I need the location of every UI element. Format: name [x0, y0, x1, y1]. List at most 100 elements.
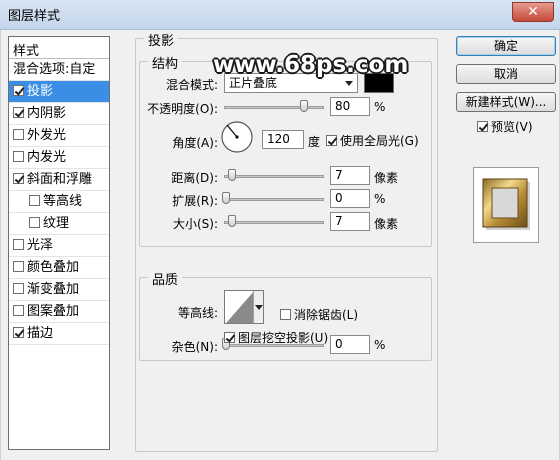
style-item-checkbox[interactable]: [13, 85, 24, 96]
distance-slider-track[interactable]: [224, 175, 324, 178]
size-slider-thumb[interactable]: [228, 215, 236, 227]
distance-input[interactable]: 7: [330, 166, 370, 185]
style-item[interactable]: 纹理: [9, 213, 109, 235]
preview-checkbox[interactable]: 预览(V): [477, 118, 533, 135]
style-item-checkbox[interactable]: [13, 283, 24, 294]
antialias-label: 消除锯齿(L): [294, 308, 359, 322]
drop-shadow-group: 投影 结构 混合模式: 正片叠底 不透明度(O): 80 % 角度(A): 12…: [135, 30, 438, 452]
style-item-label: 投影: [27, 84, 54, 99]
cancel-button[interactable]: 取消: [456, 64, 556, 84]
gold-frame-preview-icon: [482, 178, 530, 230]
angle-unit: 度: [308, 135, 321, 149]
spread-slider-track[interactable]: [224, 198, 324, 201]
style-item[interactable]: 描边: [9, 323, 109, 345]
ok-button[interactable]: 确定: [456, 36, 556, 56]
knockout-label: 图层挖空投影(U): [238, 331, 329, 345]
style-item-checkbox[interactable]: [13, 173, 24, 184]
styles-panel: 样式 混合选项:自定投影内阴影外发光内发光斜面和浮雕等高线纹理光泽颜色叠加渐变叠…: [8, 36, 110, 450]
contour-dropdown[interactable]: [253, 291, 263, 323]
style-item-label: 外发光: [27, 128, 67, 143]
new-style-button[interactable]: 新建样式(W)...: [456, 92, 556, 112]
noise-label: 杂色(N):: [171, 340, 218, 354]
size-label: 大小(S):: [172, 217, 218, 231]
style-item-label: 图案叠加: [27, 304, 80, 319]
chevron-down-icon: [345, 81, 353, 86]
style-item-checkbox[interactable]: [29, 217, 40, 228]
angle-input[interactable]: 120: [262, 130, 304, 149]
style-item-label: 内阴影: [27, 106, 67, 121]
global-light-checkbox[interactable]: 使用全局光(G): [326, 132, 419, 149]
style-item-checkbox[interactable]: [13, 107, 24, 118]
angle-dial[interactable]: [220, 120, 254, 154]
style-item-checkbox[interactable]: [13, 261, 24, 272]
style-item-label: 内发光: [27, 150, 67, 165]
knockout-checkbox[interactable]: 图层挖空投影(U): [224, 329, 328, 346]
spread-unit: %: [374, 192, 386, 206]
style-item-checkbox[interactable]: [13, 327, 24, 338]
style-item-label: 纹理: [43, 216, 70, 231]
style-item[interactable]: 内发光: [9, 147, 109, 169]
spread-input[interactable]: 0: [330, 189, 370, 208]
quality-title: 品质: [148, 269, 183, 288]
style-item[interactable]: 内阴影: [9, 103, 109, 125]
watermark: www.68ps.com: [213, 52, 409, 78]
style-item-label: 斜面和浮雕: [27, 172, 93, 187]
style-item-label: 混合选项:自定: [13, 62, 96, 77]
style-item[interactable]: 斜面和浮雕: [9, 169, 109, 191]
styles-header[interactable]: 样式: [9, 37, 109, 59]
style-item[interactable]: 颜色叠加: [9, 257, 109, 279]
distance-label: 距离(D):: [171, 171, 218, 185]
opacity-slider-thumb[interactable]: [300, 100, 308, 112]
opacity-label: 不透明度(O):: [147, 102, 218, 116]
preview-check-icon: [477, 121, 488, 132]
styles-list: 混合选项:自定投影内阴影外发光内发光斜面和浮雕等高线纹理光泽颜色叠加渐变叠加图案…: [9, 59, 109, 345]
opacity-slider-track[interactable]: [224, 106, 324, 109]
style-item[interactable]: 等高线: [9, 191, 109, 213]
contour-label: 等高线:: [177, 306, 218, 320]
contour-preview-icon: [226, 291, 254, 323]
style-item[interactable]: 外发光: [9, 125, 109, 147]
antialias-checkbox[interactable]: 消除锯齿(L): [280, 306, 358, 323]
style-item[interactable]: 渐变叠加: [9, 279, 109, 301]
style-item-label: 颜色叠加: [27, 260, 80, 275]
opacity-unit: %: [374, 100, 386, 114]
style-item[interactable]: 光泽: [9, 235, 109, 257]
size-unit: 像素: [374, 217, 399, 231]
spread-label: 扩展(R):: [172, 194, 218, 208]
distance-slider-thumb[interactable]: [228, 169, 236, 181]
blend-mode-value: 正片叠底: [229, 76, 278, 90]
antialias-check-icon: [280, 309, 291, 320]
style-item-label: 光泽: [27, 238, 54, 253]
quality-group: 品质 等高线: 消除锯齿(L) 杂色(N): 0 %: [139, 269, 432, 361]
size-slider-track[interactable]: [224, 221, 324, 224]
chevron-down-icon: [255, 305, 263, 310]
noise-unit: %: [374, 338, 386, 352]
title-bar: 图层样式 ✕: [0, 0, 560, 30]
close-button[interactable]: ✕: [512, 2, 554, 22]
style-item-checkbox[interactable]: [13, 129, 24, 140]
size-input[interactable]: 7: [330, 212, 370, 231]
style-item-label: 渐变叠加: [27, 282, 80, 297]
structure-group: 结构 混合模式: 正片叠底 不透明度(O): 80 % 角度(A): 120 度…: [139, 53, 432, 247]
drop-shadow-title: 投影: [144, 30, 179, 49]
style-item-checkbox[interactable]: [29, 195, 40, 206]
preview-label: 预览(V): [491, 120, 533, 134]
style-item-checkbox[interactable]: [13, 305, 24, 316]
global-light-check-icon: [326, 135, 337, 146]
spread-slider-thumb[interactable]: [222, 192, 230, 204]
style-item-checkbox[interactable]: [13, 239, 24, 250]
angle-label: 角度(A):: [172, 136, 218, 150]
style-item-label: 等高线: [43, 194, 83, 209]
style-item-checkbox[interactable]: [13, 151, 24, 162]
distance-unit: 像素: [374, 171, 399, 185]
style-preview: [473, 167, 539, 243]
style-item[interactable]: 投影: [9, 81, 109, 103]
noise-input[interactable]: 0: [330, 335, 370, 354]
global-light-label: 使用全局光(G): [340, 134, 419, 148]
opacity-input[interactable]: 80: [330, 97, 370, 116]
window-title: 图层样式: [8, 9, 61, 24]
contour-picker[interactable]: [224, 290, 264, 324]
layer-style-dialog: 样式 混合选项:自定 投影 内阴影 外发光 内发光 斜面和浮雕 等高线 纹理 光泽 颜色叠加 渐变叠…: [0, 30, 560, 460]
style-item[interactable]: 混合选项:自定: [9, 59, 109, 81]
style-item[interactable]: 图案叠加: [9, 301, 109, 323]
